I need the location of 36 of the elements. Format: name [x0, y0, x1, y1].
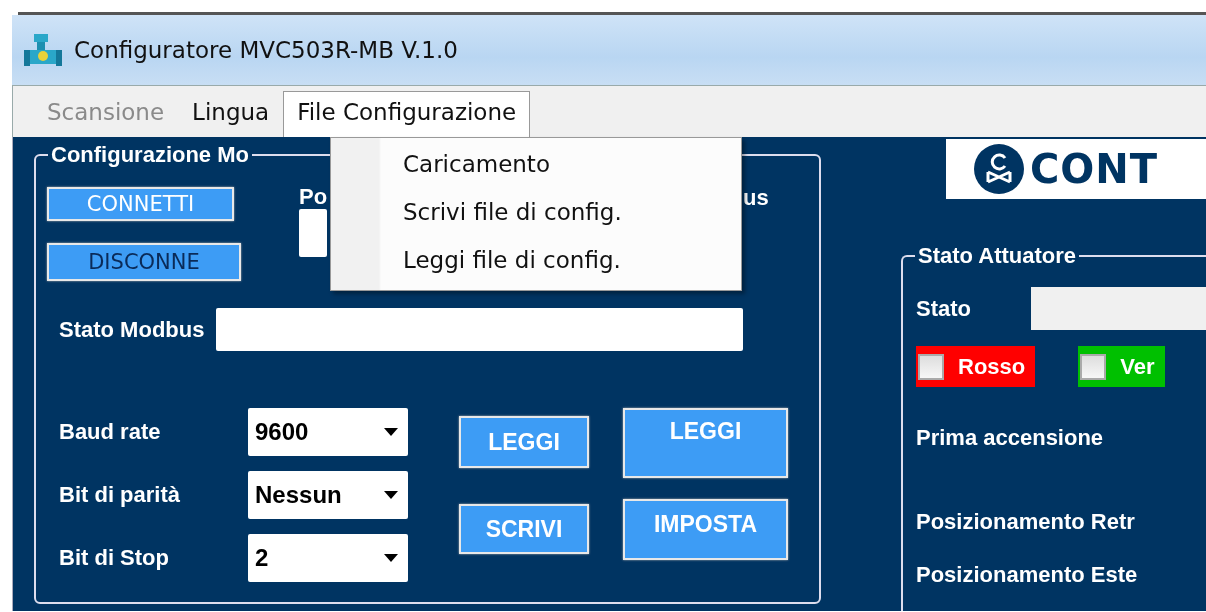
- window-title: Configuratore MVC503R-MB V.1.0: [74, 37, 458, 63]
- indicator-checkbox[interactable]: Ver: [1078, 346, 1165, 387]
- valve-icon: [22, 32, 64, 68]
- caret-icon: [384, 491, 398, 499]
- dropdown-menu-item[interactable]: Scrivi file di config.: [403, 190, 622, 238]
- dropdown-menu-item[interactable]: Leggi file di config.: [403, 238, 621, 286]
- field-label: Posizionamento Este: [916, 562, 1139, 588]
- caret-icon: [384, 554, 398, 562]
- status-label: Stato: [916, 295, 971, 322]
- dropdown-field[interactable]: 2: [248, 534, 408, 582]
- logo-text: CONT: [1030, 146, 1159, 192]
- status-label: Stato Modbus: [59, 316, 205, 343]
- indicator-checkbox[interactable]: Rosso: [916, 346, 1036, 387]
- logo-icon: [974, 144, 1024, 194]
- dropdown-field[interactable]: 9600: [248, 408, 408, 456]
- status-field[interactable]: [1031, 287, 1206, 330]
- port-field[interactable]: [299, 209, 327, 257]
- write-button[interactable]: SCRIVI: [459, 504, 589, 554]
- read-button[interactable]: LEGGI: [459, 416, 589, 468]
- caret-icon: [384, 428, 398, 436]
- connect-button[interactable]: CONNETTI: [47, 187, 234, 221]
- disconnect-button[interactable]: DISCONNE: [47, 243, 241, 281]
- read-button[interactable]: LEGGI: [623, 408, 788, 478]
- port-label: Po: [299, 187, 327, 209]
- field-label: Posizionamento Retr: [916, 509, 1136, 535]
- setting-label: Baud rate: [59, 419, 162, 445]
- setting-label: Bit di Stop: [59, 545, 170, 571]
- set-button[interactable]: IMPOSTA: [623, 499, 788, 560]
- menu-item[interactable]: Lingua: [178, 91, 284, 137]
- menu-item[interactable]: File Configurazione: [283, 91, 531, 137]
- dropdown-field[interactable]: Nessun: [248, 471, 408, 519]
- status-field[interactable]: [216, 308, 744, 351]
- field-label: us: [743, 185, 769, 211]
- field-label: Prima accensione: [916, 425, 1105, 451]
- dropdown-menu-item[interactable]: Caricamento: [403, 142, 550, 190]
- setting-label: Bit di parità: [59, 482, 181, 508]
